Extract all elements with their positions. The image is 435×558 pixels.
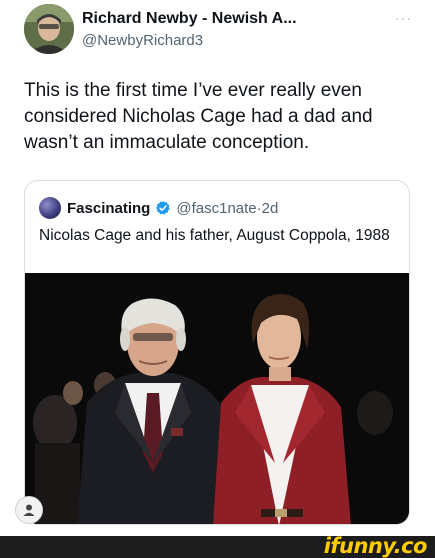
watermark-bar: ifunny.co — [0, 534, 435, 558]
quoted-author-avatar[interactable] — [39, 197, 61, 219]
quoted-author-name[interactable]: Fascinating — [67, 200, 150, 217]
quoted-tweet[interactable]: Fascinating @fasc1nate · 2d Nicolas Cage… — [24, 180, 410, 525]
quoted-timestamp[interactable]: 2d — [262, 200, 279, 217]
tweet-text: This is the first time I’ve ever really … — [24, 80, 373, 153]
tweet-header: Richard Newby - Newish A... @NewbyRichar… — [24, 4, 416, 54]
user-icon[interactable] — [15, 496, 43, 524]
quoted-tweet-header: Fascinating @fasc1nate · 2d — [39, 197, 278, 219]
more-dots-icon[interactable]: ··· — [395, 10, 412, 26]
quoted-author-handle[interactable]: @fasc1nate — [176, 200, 256, 217]
quoted-tweet-text: Nicolas Cage and his father, August Copp… — [39, 227, 390, 244]
author-name[interactable]: Richard Newby - Newish A... — [82, 10, 297, 28]
verified-badge-icon — [156, 201, 171, 215]
author-avatar[interactable] — [24, 4, 74, 54]
author-handle[interactable]: @NewbyRichard3 — [82, 32, 203, 49]
tweet-card: Richard Newby - Newish A... @NewbyRichar… — [0, 0, 435, 536]
quoted-photo[interactable] — [25, 273, 409, 524]
ifunny-logo: ifunny.co — [323, 534, 428, 558]
